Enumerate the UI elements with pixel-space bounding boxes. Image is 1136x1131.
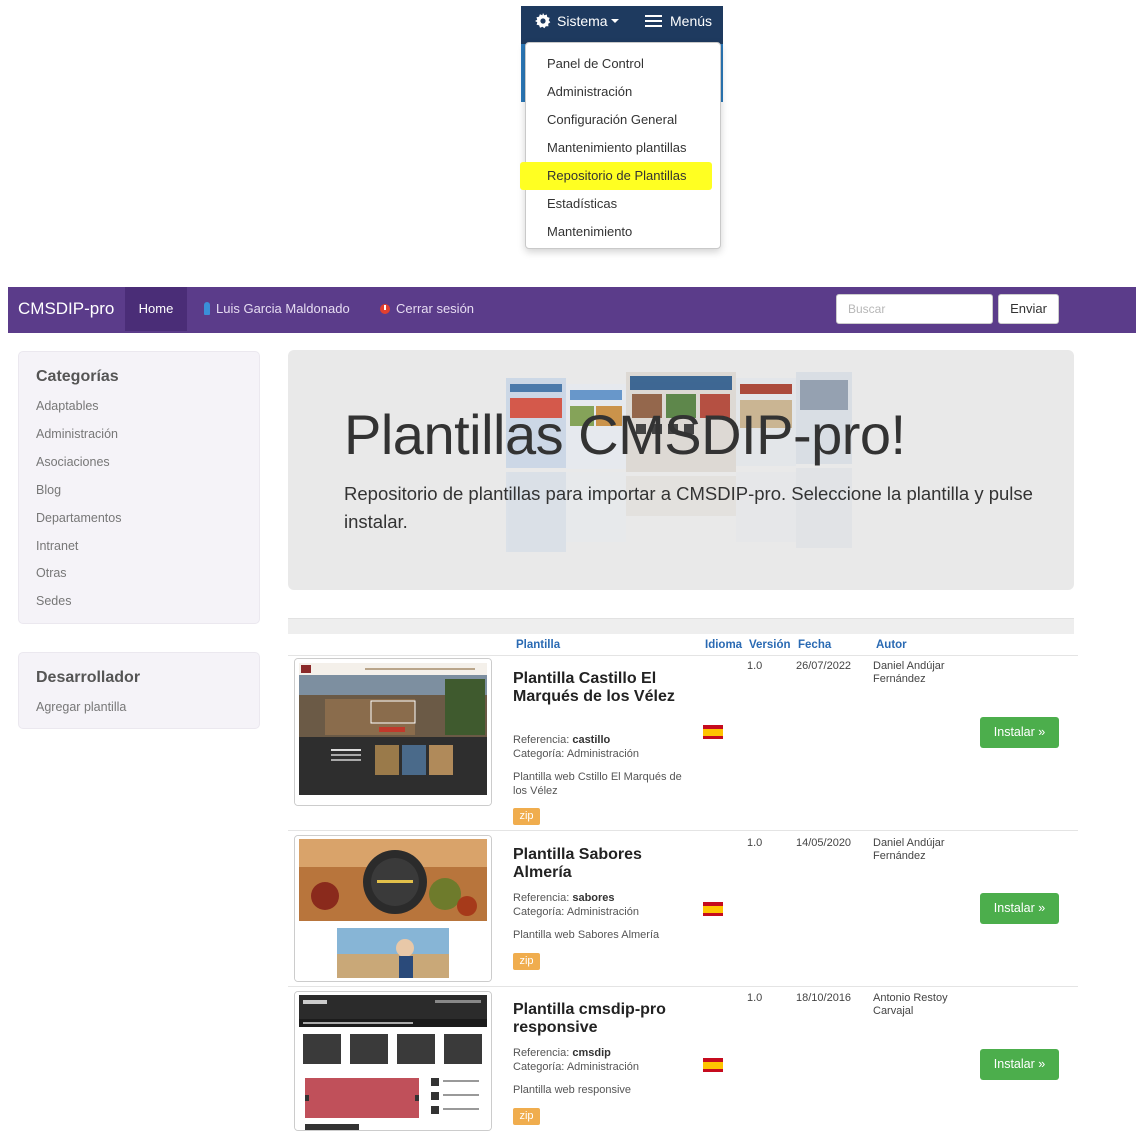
developer-panel: Desarrollador Agregar plantilla — [18, 652, 260, 729]
reference-value: castillo — [572, 734, 611, 746]
col-header-version[interactable]: Versión — [749, 639, 791, 651]
install-button[interactable]: Instalar » — [980, 1049, 1059, 1080]
menu-item-estadisticas[interactable]: Estadísticas — [526, 190, 720, 218]
jumbotron: Plantillas CMSDIP-pro! Repositorio de pl… — [288, 350, 1074, 590]
top-navbar: CMSDIP-pro Home Luis Garcia Maldonado Ce… — [8, 287, 1136, 333]
install-button[interactable]: Instalar » — [980, 893, 1059, 924]
template-date: 14/05/2020 — [796, 837, 852, 849]
table-divider — [288, 830, 1078, 831]
user-name: Luis Garcia Maldonado — [216, 301, 350, 316]
category-link[interactable]: Otras — [36, 566, 67, 580]
table-toolbar-strip — [288, 618, 1074, 634]
menu-item-repositorio-plantillas[interactable]: Repositorio de Plantillas — [520, 162, 712, 190]
caret-down-icon — [610, 19, 619, 23]
col-header-autor[interactable]: Autor — [876, 639, 907, 651]
template-thumbnail[interactable] — [294, 835, 492, 982]
category-link[interactable]: Asociaciones — [36, 455, 110, 469]
template-reference: Referencia: sabores — [513, 891, 683, 905]
template-thumbnail[interactable] — [294, 658, 492, 806]
template-description: Plantilla web Cstillo El Marqués de los … — [513, 771, 682, 797]
gear-icon — [535, 13, 551, 29]
table-divider — [288, 986, 1078, 987]
spain-flag-icon — [703, 1058, 723, 1072]
template-name: Plantilla cmsdip-pro responsive — [513, 1001, 666, 1036]
category-link[interactable]: Blog — [36, 483, 61, 497]
logout-label: Cerrar sesión — [396, 301, 475, 316]
zip-download-badge[interactable]: zip — [513, 1108, 540, 1125]
template-author: Daniel Andújar Fernández — [873, 660, 945, 685]
col-header-fecha[interactable]: Fecha — [798, 639, 831, 651]
categories-panel: Categorías Adaptables Administración Aso… — [18, 351, 260, 624]
jumbotron-subtitle: Repositorio de plantillas para importar … — [344, 483, 1033, 532]
power-icon — [380, 304, 390, 314]
nav-logout[interactable]: Cerrar sesión — [380, 287, 474, 331]
template-thumbnail[interactable] — [294, 991, 492, 1131]
reference-label: Referencia: — [513, 892, 570, 904]
sistema-label: Sistema — [557, 13, 608, 29]
search-input[interactable] — [836, 294, 993, 324]
menu-item-mantenimiento[interactable]: Mantenimiento — [526, 218, 720, 246]
col-header-idioma[interactable]: Idioma — [705, 639, 742, 651]
menu-item-mantenimiento-plantillas[interactable]: Mantenimiento plantillas — [526, 134, 720, 162]
developer-title: Desarrollador — [36, 669, 141, 686]
zip-download-badge[interactable]: zip — [513, 808, 540, 825]
menu-item-panel-control[interactable]: Panel de Control — [526, 50, 720, 78]
template-category: Categoría: Administración — [513, 1061, 639, 1073]
template-category: Categoría: Administración — [513, 906, 639, 918]
reference-value: cmsdip — [572, 1047, 611, 1059]
template-category: Categoría: Administración — [513, 748, 639, 760]
template-reference: Referencia: cmsdip — [513, 1046, 683, 1060]
menus-label: Menús — [670, 13, 713, 29]
spain-flag-icon — [703, 902, 723, 916]
responsive-preview-image — [295, 992, 491, 1130]
category-link[interactable]: Sedes — [36, 594, 71, 608]
template-date: 18/10/2016 — [796, 992, 852, 1004]
categories-title: Categorías — [36, 368, 119, 385]
spain-flag-icon — [703, 725, 723, 739]
sistema-menu-toggle[interactable]: Sistema — [535, 6, 619, 36]
reference-label: Referencia: — [513, 1047, 570, 1059]
jumbotron-title: Plantillas CMSDIP-pro! — [344, 403, 906, 466]
menu-item-administracion[interactable]: Administración — [526, 78, 720, 106]
user-icon — [204, 302, 210, 315]
template-name: Plantilla Castillo El Marqués de los Vél… — [513, 670, 675, 705]
template-version: 1.0 — [747, 837, 763, 849]
category-link[interactable]: Adaptables — [36, 399, 99, 413]
template-version: 1.0 — [747, 660, 763, 672]
send-button[interactable]: Enviar — [998, 294, 1059, 324]
nav-user[interactable]: Luis Garcia Maldonado — [204, 287, 350, 331]
template-version: 1.0 — [747, 992, 763, 1004]
sabores-preview-image — [295, 836, 491, 981]
template-date: 26/07/2022 — [796, 660, 852, 672]
category-link[interactable]: Administración — [36, 427, 118, 441]
admin-topbar: Sistema Menús — [521, 6, 723, 53]
template-author: Antonio Restoy Carvajal — [873, 992, 948, 1017]
table-divider — [288, 655, 1078, 656]
castillo-preview-image — [295, 659, 491, 805]
template-name: Plantilla Sabores Almería — [513, 846, 642, 881]
col-header-plantilla[interactable]: Plantilla — [516, 639, 560, 651]
template-reference: Referencia: castillo — [513, 733, 683, 747]
template-author: Daniel Andújar Fernández — [873, 837, 945, 862]
template-description: Plantilla web responsive — [513, 1084, 632, 1096]
menu-item-configuracion-general[interactable]: Configuración General — [526, 106, 720, 134]
menus-menu-toggle[interactable]: Menús — [645, 6, 723, 53]
reference-value: sabores — [572, 892, 615, 904]
category-link[interactable]: Intranet — [36, 539, 78, 553]
install-button[interactable]: Instalar » — [980, 717, 1059, 748]
sistema-dropdown: Panel de Control Administración Configur… — [520, 42, 721, 249]
template-description: Plantilla web Sabores Almería — [513, 929, 660, 941]
system-menu-crop: Sistema Menús Panel de Control Administr… — [520, 6, 723, 251]
zip-download-badge[interactable]: zip — [513, 953, 540, 970]
hamburger-icon — [645, 15, 662, 27]
category-link[interactable]: Departamentos — [36, 511, 121, 525]
reference-label: Referencia: — [513, 734, 570, 746]
add-template-link[interactable]: Agregar plantilla — [36, 700, 126, 714]
nav-home[interactable]: Home — [125, 287, 187, 331]
brand-link[interactable]: CMSDIP-pro — [18, 287, 114, 331]
